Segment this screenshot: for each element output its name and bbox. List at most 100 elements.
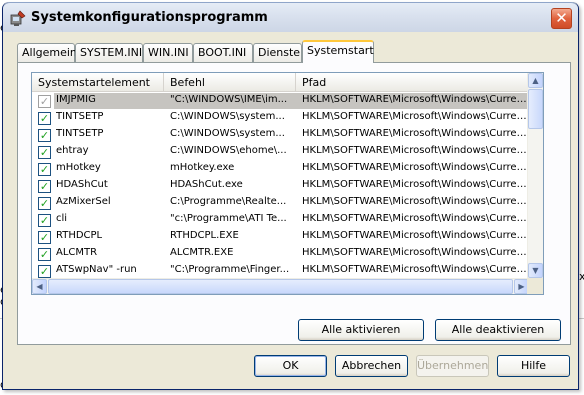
- startup-item-checkbox[interactable]: ✓: [38, 146, 51, 159]
- startup-item-command: ALCMTR.EXE: [170, 247, 234, 258]
- scroll-left-button[interactable]: ◀: [32, 279, 47, 294]
- column-header-startup-item[interactable]: Systemstartelement: [32, 73, 164, 92]
- startup-item-name: mHotkey: [56, 162, 101, 173]
- startup-item-name: RTHDCPL: [56, 230, 103, 241]
- ok-button[interactable]: OK: [254, 355, 327, 377]
- startup-item-checkbox[interactable]: ✓: [38, 214, 51, 227]
- horizontal-scroll-thumb[interactable]: [48, 279, 513, 294]
- title-bar[interactable]: Systemkonfigurationsprogramm ✕: [3, 2, 578, 32]
- startup-item-path: HKLM\SOFTWARE\Microsoft\Windows\CurrentV…: [302, 94, 528, 105]
- close-icon: ✕: [555, 9, 568, 27]
- startup-item-command: mHotkey.exe: [170, 162, 235, 173]
- tab-label: Systemstart: [307, 44, 374, 57]
- chevron-down-icon: ▼: [532, 266, 539, 275]
- msconfig-icon: [10, 10, 26, 26]
- close-button[interactable]: ✕: [551, 8, 572, 29]
- startup-item-name: IMJPMIG: [56, 94, 96, 105]
- apply-button[interactable]: Übernehmen: [416, 355, 489, 377]
- tab-system-ini[interactable]: SYSTEM.INI: [75, 43, 143, 62]
- startup-item-command: "C:\Programme\Finger...: [170, 264, 290, 275]
- startup-item-checkbox[interactable]: ✓: [38, 248, 51, 261]
- startup-item-command: "C:\WINDOWS\IME\im...: [170, 94, 288, 105]
- startup-item-command: C:\WINDOWS\ehome\...: [170, 145, 287, 156]
- tab-label: Dienste: [258, 46, 301, 59]
- list-item[interactable]: ✓ ALCMTR ALCMTR.EXE HKLM\SOFTWARE\Microsoft…: [32, 245, 529, 262]
- startup-item-name: HDAShCut: [56, 179, 108, 190]
- list-item[interactable]: ✓ IMJPMIG "C:\WINDOWS\IME\im... HKLM\SOFTWA…: [32, 92, 529, 109]
- list-item[interactable]: ✓ HDAShCut HDAShCut.exe HKLM\SOFTWARE\Micro…: [32, 177, 529, 194]
- window-title: Systemkonfigurationsprogramm: [31, 10, 268, 25]
- disable-all-button[interactable]: Alle deaktivieren: [435, 319, 561, 341]
- startup-item-name: AzMixerSel: [56, 196, 111, 207]
- column-header-command[interactable]: Befehl: [164, 73, 296, 92]
- startup-item-command: C:\WINDOWS\system...: [170, 111, 285, 122]
- startup-item-path: HKLM\SOFTWARE\Microsoft\Windows\CurrentV…: [302, 111, 528, 122]
- tab-allgemein[interactable]: Allgemein: [17, 43, 77, 62]
- list-item[interactable]: ✓ ehtray C:\WINDOWS\ehome\... HKLM\SOFTWARE…: [32, 143, 529, 160]
- vertical-scrollbar[interactable]: ▲ ▼: [527, 73, 543, 278]
- scroll-up-button[interactable]: ▲: [528, 73, 543, 88]
- startup-item-path: HKLM\SOFTWARE\Microsoft\Windows\CurrentV…: [302, 213, 528, 224]
- horizontal-scrollbar[interactable]: ◀ ▶: [32, 278, 529, 294]
- startup-item-name: ATSwpNav" -run: [56, 264, 137, 275]
- list-item[interactable]: ✓ RTHDCPL RTHDCPL.EXE HKLM\SOFTWARE\Microso…: [32, 228, 529, 245]
- startup-list[interactable]: Systemstartelement Befehl Pfad ✓ IMJPMIG "…: [31, 72, 544, 295]
- tab-boot-ini[interactable]: BOOT.INI: [193, 43, 253, 62]
- startup-item-command: C:\Programme\Realte...: [170, 196, 287, 207]
- list-item[interactable]: ✓ mHotkey mHotkey.exe HKLM\SOFTWARE\Microso…: [32, 160, 529, 177]
- column-label: Systemstartelement: [38, 76, 150, 89]
- chevron-left-icon: ◀: [36, 282, 43, 291]
- startup-item-command: RTHDCPL.EXE: [170, 230, 239, 241]
- column-header-path[interactable]: Pfad: [296, 73, 529, 92]
- list-item[interactable]: ✓ AzMixerSel C:\Programme\Realte... HKLM\SO…: [32, 194, 529, 211]
- list-item[interactable]: ✓ cli "c:\Programme\ATI Te... HKLM\SOFTWARE…: [32, 211, 529, 228]
- startup-item-checkbox[interactable]: ✓: [38, 231, 51, 244]
- startup-item-path: HKLM\SOFTWARE\Microsoft\Windows\CurrentV…: [302, 247, 528, 258]
- startup-item-command: C:\WINDOWS\system...: [170, 128, 285, 139]
- scroll-thumb[interactable]: [528, 89, 543, 129]
- startup-item-checkbox[interactable]: ✓: [38, 112, 51, 125]
- tab-label: Allgemein: [22, 46, 77, 59]
- list-header: Systemstartelement Befehl Pfad: [32, 73, 529, 92]
- startup-item-checkbox[interactable]: ✓: [38, 197, 51, 210]
- startup-item-path: HKLM\SOFTWARE\Microsoft\Windows\CurrentV…: [302, 162, 528, 173]
- startup-item-checkbox[interactable]: ✓: [38, 265, 51, 278]
- startup-item-name: ALCMTR: [56, 247, 98, 258]
- list-item[interactable]: ✓ TINTSETP C:\WINDOWS\system... HKLM\SOFTWA…: [32, 126, 529, 143]
- tab-dienste[interactable]: Dienste: [253, 43, 302, 62]
- list-item[interactable]: ✓ TINTSETP C:\WINDOWS\system... HKLM\SOFTWA…: [32, 109, 529, 126]
- column-label: Pfad: [302, 76, 327, 89]
- startup-item-name: TINTSETP: [56, 128, 104, 139]
- startup-item-checkbox[interactable]: ✓: [38, 129, 51, 142]
- help-button[interactable]: Hilfe: [497, 355, 570, 377]
- startup-item-name: TINTSETP: [56, 111, 104, 122]
- startup-item-path: HKLM\SOFTWARE\Microsoft\Windows\CurrentV…: [302, 264, 528, 275]
- startup-item-path: HKLM\SOFTWARE\Microsoft\Windows\CurrentV…: [302, 179, 528, 190]
- chevron-up-icon: ▲: [532, 76, 539, 85]
- startup-item-checkbox[interactable]: ✓: [38, 95, 51, 108]
- startup-item-path: HKLM\SOFTWARE\Microsoft\Windows\CurrentV…: [302, 128, 528, 139]
- startup-item-path: HKLM\SOFTWARE\Microsoft\Windows\CurrentV…: [302, 145, 528, 156]
- systemstart-panel: Systemstartelement Befehl Pfad ✓ IMJPMIG "…: [17, 62, 571, 345]
- tab-label: SYSTEM.INI: [80, 46, 143, 59]
- startup-item-checkbox[interactable]: ✓: [38, 180, 51, 193]
- column-label: Befehl: [170, 76, 205, 89]
- tab-systemstart[interactable]: Systemstart: [302, 40, 374, 63]
- scroll-down-button[interactable]: ▼: [528, 263, 543, 278]
- enable-all-button[interactable]: Alle aktivieren: [298, 319, 424, 341]
- cancel-button[interactable]: Abbrechen: [335, 355, 408, 377]
- scroll-corner: [527, 278, 543, 294]
- background-text: x: [579, 270, 584, 283]
- tab-label: BOOT.INI: [198, 46, 247, 59]
- msconfig-dialog: Systemkonfigurationsprogramm ✕ Allgemein…: [2, 2, 579, 390]
- startup-item-checkbox[interactable]: ✓: [38, 163, 51, 176]
- startup-item-name: cli: [56, 213, 68, 224]
- startup-item-path: HKLM\SOFTWARE\Microsoft\Windows\CurrentV…: [302, 196, 528, 207]
- list-item[interactable]: ✓ ATSwpNav" -run "C:\Programme\Finger... HK…: [32, 262, 529, 279]
- startup-item-path: HKLM\SOFTWARE\Microsoft\Windows\CurrentV…: [302, 230, 528, 241]
- tab-win-ini[interactable]: WIN.INI: [143, 43, 193, 62]
- chevron-right-icon: ▶: [518, 282, 525, 291]
- startup-item-command: HDAShCut.exe: [170, 179, 243, 190]
- startup-item-command: "c:\Programme\ATI Te...: [170, 213, 287, 224]
- tab-label: WIN.INI: [148, 46, 189, 59]
